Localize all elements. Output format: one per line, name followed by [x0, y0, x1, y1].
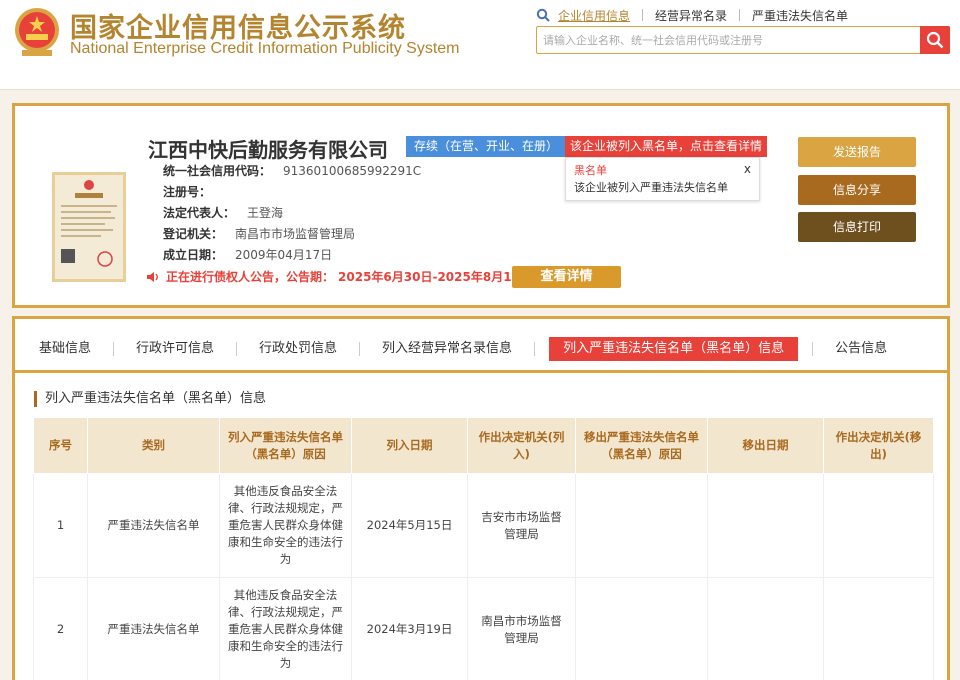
creditor-notice: 正在进行债权人公告，公告期： 2025年6月30日-2025年8月14日: [146, 268, 532, 286]
nav-abnormal-list[interactable]: 经营异常名录: [643, 7, 739, 24]
business-license-image[interactable]: [52, 172, 126, 282]
blacklist-tooltip: 黑名单 该企业被列入严重违法失信名单 x: [565, 157, 760, 201]
company-name: 江西中快后勤服务有限公司: [148, 138, 388, 162]
cell-authority: 吉安市市场监督管理局: [467, 473, 576, 578]
cell-remove-date: [707, 577, 824, 680]
column-header: 作出决定机关(列入): [467, 417, 576, 474]
tab-announcements[interactable]: 公告信息: [813, 337, 909, 361]
national-emblem-icon[interactable]: [12, 6, 62, 58]
column-header: 列入严重违法失信名单（黑名单）原因: [219, 417, 352, 474]
cell-authority: 南昌市市场监督管理局: [467, 577, 576, 680]
top-nav: 企业信用信息 经营异常名录 严重违法失信名单: [536, 6, 860, 24]
column-header: 类别: [87, 417, 220, 474]
nav-serious-violation-list[interactable]: 严重违法失信名单: [740, 7, 860, 24]
column-header: 移出日期: [707, 417, 824, 474]
send-report-button[interactable]: 发送报告: [798, 137, 916, 167]
cell-category: 严重违法失信名单: [87, 577, 220, 680]
section-title: 列入严重违法失信名单（黑名单）信息: [34, 391, 266, 407]
info-credit-code: 统一社会信用代码： 91360100685992291C: [163, 162, 421, 180]
cell-no: 1: [33, 473, 88, 578]
field-value: 王登海: [247, 206, 284, 220]
cell-date: 2024年3月19日: [351, 577, 468, 680]
column-header: 列入日期: [351, 417, 468, 474]
field-label: 注册号：: [163, 185, 212, 199]
cell-remove-date: [707, 473, 824, 578]
column-header: 移出严重违法失信名单（黑名单）原因: [575, 417, 708, 474]
search-bar: [536, 26, 950, 54]
cell-category: 严重违法失信名单: [87, 473, 220, 578]
notice-text: 正在进行债权人公告，公告期：: [166, 270, 335, 284]
field-label: 成立日期：: [163, 248, 224, 262]
search-input[interactable]: [537, 27, 920, 53]
cell-remove-authority: [823, 577, 934, 680]
cell-remove-authority: [823, 473, 934, 578]
field-label: 登记机关：: [163, 227, 224, 241]
company-card: 江西中快后勤服务有限公司 存续（在营、开业、在册） 该企业被列入黑名单，点击查看…: [12, 103, 950, 308]
tooltip-text: 该企业被列入严重违法失信名单: [574, 181, 728, 194]
cell-no: 2: [33, 577, 88, 680]
blacklist-alert-button[interactable]: 该企业被列入黑名单，点击查看详情: [565, 136, 768, 157]
speaker-icon: [147, 272, 158, 282]
nav-enterprise-credit[interactable]: 企业信用信息: [558, 7, 642, 24]
cell-remove-reason: [575, 473, 708, 578]
status-badge: 存续（在营、开业、在册）: [406, 136, 567, 157]
tab-admin-license[interactable]: 行政许可信息: [114, 337, 236, 361]
search-icon: [536, 8, 550, 22]
table-row: 2 严重违法失信名单 其他违反食品安全法律、行政法规规定，严重危害人民群众身体健…: [33, 577, 934, 680]
table-header-row: 序号 类别 列入严重违法失信名单（黑名单）原因 列入日期 作出决定机关(列入) …: [33, 417, 934, 474]
column-header: 作出决定机关(移出): [823, 417, 934, 474]
column-header: 序号: [33, 417, 88, 474]
notice-period: 2025年6月30日-2025年8月14日: [338, 270, 532, 284]
license-graphic-icon: [61, 180, 117, 267]
tab-abnormal-list[interactable]: 列入经营异常名录信息: [360, 337, 534, 361]
table-row: 1 严重违法失信名单 其他违反食品安全法律、行政法规规定，严重危害人民群众身体健…: [33, 473, 934, 578]
cell-reason: 其他违反食品安全法律、行政法规规定，严重危害人民群众身体健康和生命安全的违法行为: [219, 577, 352, 680]
tab-divider: [534, 341, 536, 356]
tooltip-title: 黑名单: [574, 164, 607, 177]
field-value: 91360100685992291C: [283, 164, 422, 178]
field-value: 南昌市市场监督管理局: [235, 227, 356, 241]
info-legal-rep: 法定代表人： 王登海: [163, 204, 283, 222]
field-label: 法定代表人：: [163, 206, 236, 220]
blacklist-table: 序号 类别 列入严重违法失信名单（黑名单）原因 列入日期 作出决定机关(列入) …: [33, 417, 934, 680]
search-icon: [926, 31, 944, 49]
tab-basic-info[interactable]: 基础信息: [15, 337, 113, 361]
cell-reason: 其他违反食品安全法律、行政法规规定，严重危害人民群众身体健康和生命安全的违法行为: [219, 473, 352, 578]
info-authority: 登记机关： 南昌市市场监督管理局: [163, 225, 355, 243]
tab-blacklist[interactable]: 列入严重违法失信名单（黑名单）信息: [549, 336, 799, 361]
site-header: 国家企业信用信息公示系统 National Enterprise Credit …: [0, 0, 960, 90]
field-label: 统一社会信用代码：: [163, 164, 272, 178]
close-icon[interactable]: x: [744, 162, 751, 176]
info-tabs: 基础信息 行政许可信息 行政处罚信息 列入经营异常名录信息 列入严重违法失信名单…: [15, 327, 947, 373]
cell-remove-reason: [575, 577, 708, 680]
cell-date: 2024年5月15日: [351, 473, 468, 578]
view-details-button[interactable]: 查看详情: [512, 266, 621, 288]
site-title-en: National Enterprise Credit Information P…: [70, 40, 460, 57]
share-info-button[interactable]: 信息分享: [798, 175, 916, 205]
info-established: 成立日期： 2009年04月17日: [163, 246, 332, 264]
search-button[interactable]: [920, 26, 950, 54]
info-reg-no: 注册号：: [163, 183, 223, 201]
field-value: 2009年04月17日: [235, 248, 333, 262]
print-info-button[interactable]: 信息打印: [798, 212, 916, 242]
tab-admin-penalty[interactable]: 行政处罚信息: [237, 337, 359, 361]
detail-panel: 基础信息 行政许可信息 行政处罚信息 列入经营异常名录信息 列入严重违法失信名单…: [12, 316, 950, 680]
